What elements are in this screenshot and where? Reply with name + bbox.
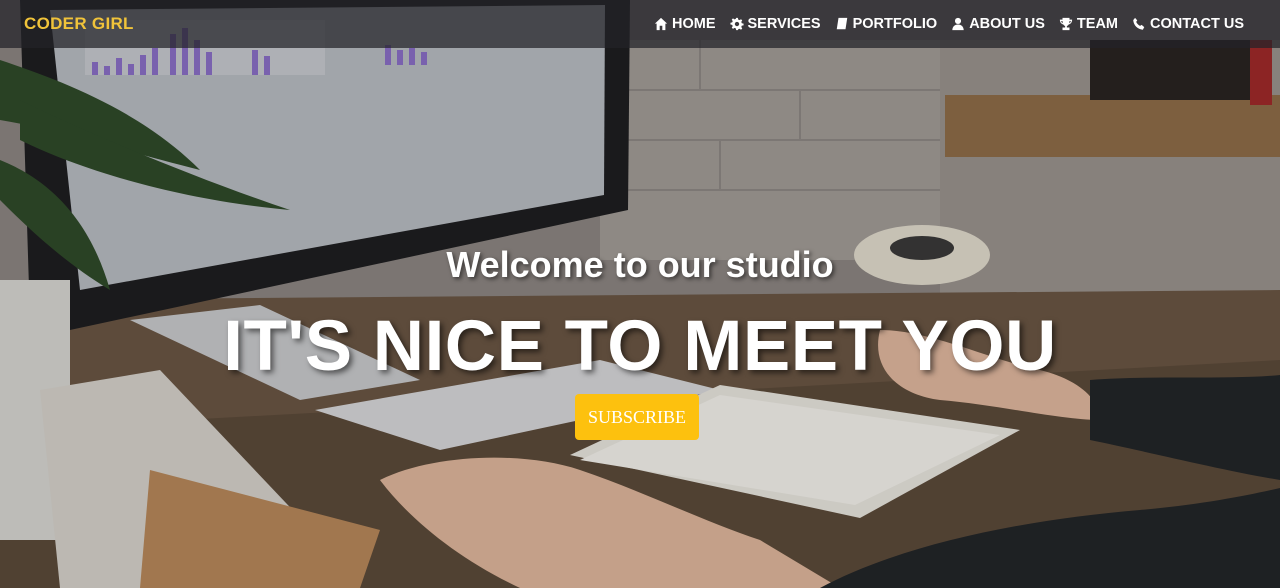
nav-item-contact-us[interactable]: CONTACT US (1132, 16, 1244, 32)
gear-icon (729, 17, 744, 31)
hero-section: CODER GIRL HOME SERVICES PORTFOLIO ABOUT… (0, 0, 1280, 588)
nav-item-portfolio[interactable]: PORTFOLIO (835, 16, 938, 32)
nav-item-label: SERVICES (747, 16, 821, 32)
home-icon (654, 17, 668, 31)
nav-item-label: PORTFOLIO (852, 16, 938, 32)
subscribe-button[interactable]: SUBSCRIBE (575, 394, 699, 440)
user-icon (951, 17, 965, 31)
top-navbar: CODER GIRL HOME SERVICES PORTFOLIO ABOUT… (0, 0, 1280, 48)
nav-item-services[interactable]: SERVICES (729, 16, 821, 32)
nav-item-label: ABOUT US (969, 16, 1045, 32)
nav-item-team[interactable]: TEAM (1059, 16, 1118, 32)
nav-item-label: HOME (672, 16, 716, 32)
nav-menu: HOME SERVICES PORTFOLIO ABOUT US TEAM CO… (654, 16, 1256, 32)
nav-item-home[interactable]: HOME (654, 16, 716, 32)
hero-dark-overlay (0, 0, 1280, 588)
nav-item-label: CONTACT US (1150, 16, 1244, 32)
trophy-icon (1059, 17, 1073, 31)
book-icon (835, 17, 849, 31)
phone-icon (1132, 17, 1146, 31)
brand-logo[interactable]: CODER GIRL (24, 14, 134, 34)
nav-item-label: TEAM (1076, 16, 1119, 32)
nav-item-about-us[interactable]: ABOUT US (951, 16, 1045, 32)
